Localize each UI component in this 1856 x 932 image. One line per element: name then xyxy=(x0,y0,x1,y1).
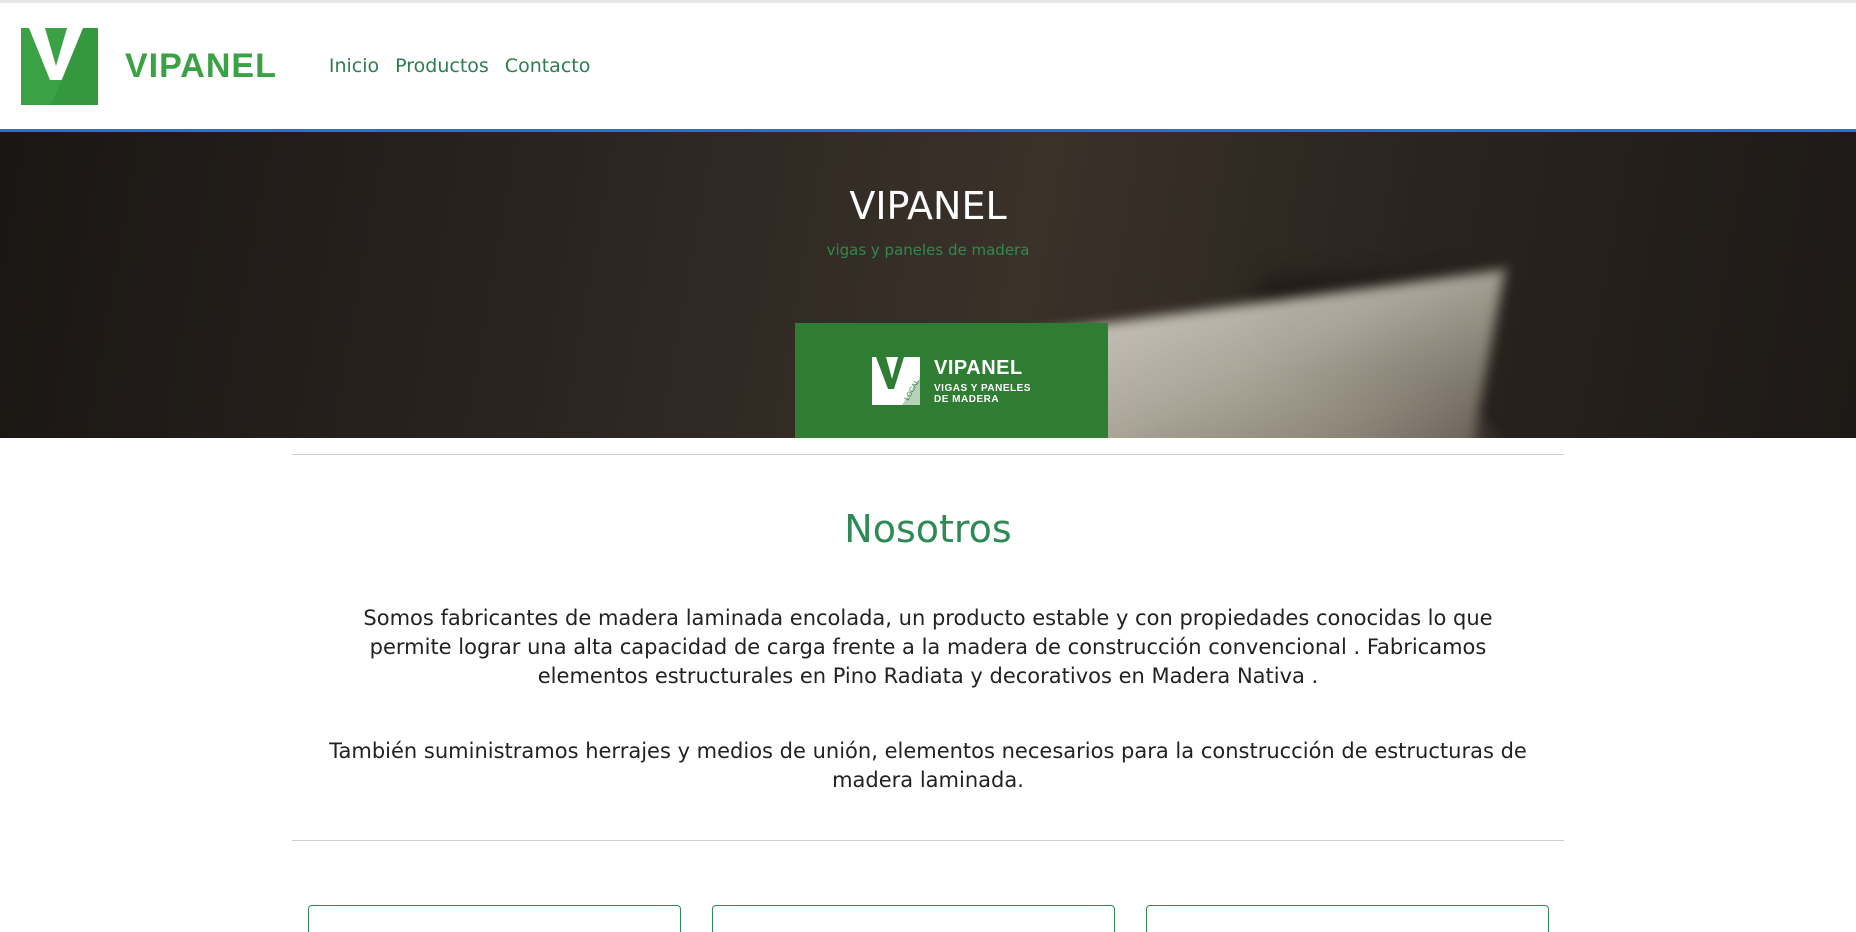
about-title: Nosotros xyxy=(844,507,1012,551)
main-content: Nosotros Somos fabricantes de madera lam… xyxy=(292,454,1564,932)
brand-name: VIPANEL xyxy=(125,46,277,85)
badge-logo-icon: LOCAL xyxy=(872,356,920,405)
card-2[interactable] xyxy=(712,905,1115,932)
badge-tagline-line1: VIGAS Y PANELES xyxy=(934,382,1031,394)
nav-link-contacto[interactable]: Contacto xyxy=(505,55,591,77)
card-1[interactable] xyxy=(308,905,681,932)
card-3[interactable] xyxy=(1146,905,1549,932)
navbar: VIPANEL Inicio Productos Contacto xyxy=(0,3,1856,132)
hero-banner: VIPANEL vigas y paneles de madera LOCAL … xyxy=(0,132,1856,438)
nav-link-productos[interactable]: Productos xyxy=(395,55,489,77)
about-paragraph-1: Somos fabricantes de madera laminada enc… xyxy=(363,606,1493,688)
about-paragraph-2: También suministramos herrajes y medios … xyxy=(329,739,1527,792)
hero-badge: LOCAL VIPANEL VIGAS Y PANELES DE MADERA xyxy=(795,323,1108,438)
vipanel-logo-icon xyxy=(21,27,98,105)
badge-tagline-line2: DE MADERA xyxy=(934,393,1000,405)
divider-top xyxy=(292,454,1564,455)
badge-content: LOCAL VIPANEL VIGAS Y PANELES DE MADERA xyxy=(872,356,1031,405)
hero-title: VIPANEL xyxy=(849,184,1007,228)
badge-text-block: VIPANEL VIGAS Y PANELES DE MADERA xyxy=(934,357,1031,405)
card-row xyxy=(292,905,1564,932)
nav-link-inicio[interactable]: Inicio xyxy=(329,55,379,77)
nav-menu: Inicio Productos Contacto xyxy=(329,55,607,77)
hero-subtitle: vigas y paneles de madera xyxy=(826,241,1030,259)
badge-name: VIPANEL xyxy=(934,356,1023,379)
divider-bottom xyxy=(292,840,1564,841)
brand-link[interactable]: VIPANEL xyxy=(21,27,277,105)
